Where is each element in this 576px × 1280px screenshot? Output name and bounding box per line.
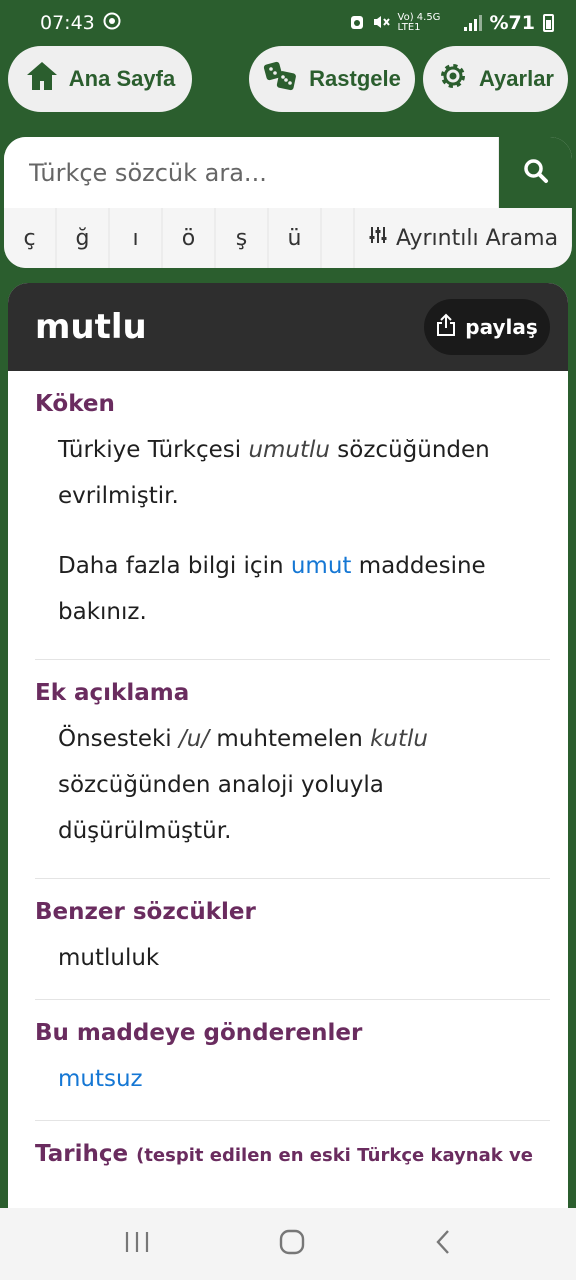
home-label: Ana Sayfa xyxy=(68,66,176,91)
share-button[interactable]: paylaş xyxy=(424,299,550,355)
sync-icon xyxy=(103,12,121,35)
more-info-text: Daha fazla bilgi için xyxy=(58,553,291,579)
note-text-1: Önsesteki xyxy=(58,726,179,752)
gear-icon xyxy=(437,60,469,98)
origin-heading: Köken xyxy=(35,391,115,417)
home-button[interactable]: Ana Sayfa xyxy=(8,46,192,112)
char-key-c-cedilla[interactable]: ç xyxy=(4,208,55,268)
note-text-2: muhtemelen xyxy=(209,726,371,752)
share-icon xyxy=(436,313,456,342)
char-key-u-umlaut[interactable]: ü xyxy=(269,208,320,268)
status-time: 07:43 xyxy=(40,12,95,34)
entry-card: mutlu paylaş Köken Türkiye Türkçesi umut… xyxy=(8,283,568,1213)
search-button[interactable] xyxy=(499,137,572,208)
char-key-g-breve[interactable]: ğ xyxy=(57,208,108,268)
referrers-section: Bu maddeye gönderenler mutsuz xyxy=(35,1000,550,1121)
note-italic-word: kutlu xyxy=(370,726,428,752)
android-nav-bar xyxy=(0,1208,576,1280)
search-input[interactable] xyxy=(4,137,498,208)
mutsuz-link[interactable]: mutsuz xyxy=(58,1066,143,1092)
extra-note-body: Önsesteki /u/ muhtemelen kutlu sözcüğünd… xyxy=(35,706,550,878)
dice-icon xyxy=(263,59,299,99)
note-text-3: sözcüğünden analoji yoluyla düşürülmüştü… xyxy=(58,772,384,844)
history-heading: Tarihçe (tespit edilen en eski Türkçe ka… xyxy=(35,1121,550,1167)
origin-body: Türkiye Türkçesi umutlu sözcüğünden evri… xyxy=(35,417,550,659)
settings-button[interactable]: Ayarlar xyxy=(423,46,568,112)
recent-apps-button[interactable] xyxy=(124,1230,150,1258)
history-subtitle: (tespit edilen en eski Türkçe kaynak ve xyxy=(136,1145,533,1166)
random-button[interactable]: Rastgele xyxy=(249,46,415,112)
char-key-s-cedilla[interactable]: ş xyxy=(216,208,267,268)
entry-word: mutlu xyxy=(35,307,147,347)
note-phoneme: /u/ xyxy=(179,726,210,752)
history-title: Tarihçe xyxy=(35,1141,129,1167)
status-bar: 07:43 Vo) 4.5G LTE1 %71 xyxy=(0,0,576,46)
battery-icon xyxy=(543,14,554,32)
special-char-row: ç ğ ı ö ş ü Ayrıntılı Arama xyxy=(4,208,572,268)
referrers-body: mutsuz xyxy=(35,1046,550,1120)
advanced-search-button[interactable]: Ayrıntılı Arama xyxy=(355,208,571,268)
sliders-icon xyxy=(368,225,388,251)
recycle-icon xyxy=(350,14,364,33)
origin-italic-word: umutlu xyxy=(248,437,330,463)
char-key-o-umlaut[interactable]: ö xyxy=(163,208,214,268)
random-label: Rastgele xyxy=(309,66,401,91)
advanced-search-label: Ayrıntılı Arama xyxy=(395,225,559,251)
similar-words-section: Benzer sözcükler mutluluk xyxy=(35,879,550,1000)
home-nav-button[interactable] xyxy=(278,1228,306,1260)
extra-note-section: Ek açıklama Önsesteki /u/ muhtemelen kut… xyxy=(35,660,550,879)
extra-note-heading: Ek açıklama xyxy=(35,680,190,706)
search-icon xyxy=(523,158,549,188)
char-key-blank[interactable] xyxy=(322,208,353,268)
search-card: ç ğ ı ö ş ü Ayrıntılı Arama xyxy=(4,137,572,268)
umut-link[interactable]: umut xyxy=(291,553,352,579)
char-key-dotless-i[interactable]: ı xyxy=(110,208,161,268)
home-icon xyxy=(25,60,59,98)
origin-text: Türkiye Türkçesi xyxy=(58,437,249,463)
similar-word: mutluluk xyxy=(58,945,160,971)
history-section: Tarihçe (tespit edilen en eski Türkçe ka… xyxy=(35,1121,550,1167)
referrers-heading: Bu maddeye gönderenler xyxy=(35,1020,363,1046)
network-label: Vo) 4.5G LTE1 xyxy=(397,12,441,33)
share-label: paylaş xyxy=(465,315,538,339)
settings-label: Ayarlar xyxy=(478,66,554,91)
similar-words-body: mutluluk xyxy=(35,925,550,999)
back-button[interactable] xyxy=(434,1228,452,1260)
entry-header: mutlu paylaş xyxy=(8,283,568,371)
mute-icon xyxy=(372,14,390,33)
origin-section: Köken Türkiye Türkçesi umutlu sözcüğünde… xyxy=(35,371,550,660)
similar-words-heading: Benzer sözcükler xyxy=(35,899,256,925)
signal-icon xyxy=(463,15,482,31)
battery-level: %71 xyxy=(489,12,535,34)
